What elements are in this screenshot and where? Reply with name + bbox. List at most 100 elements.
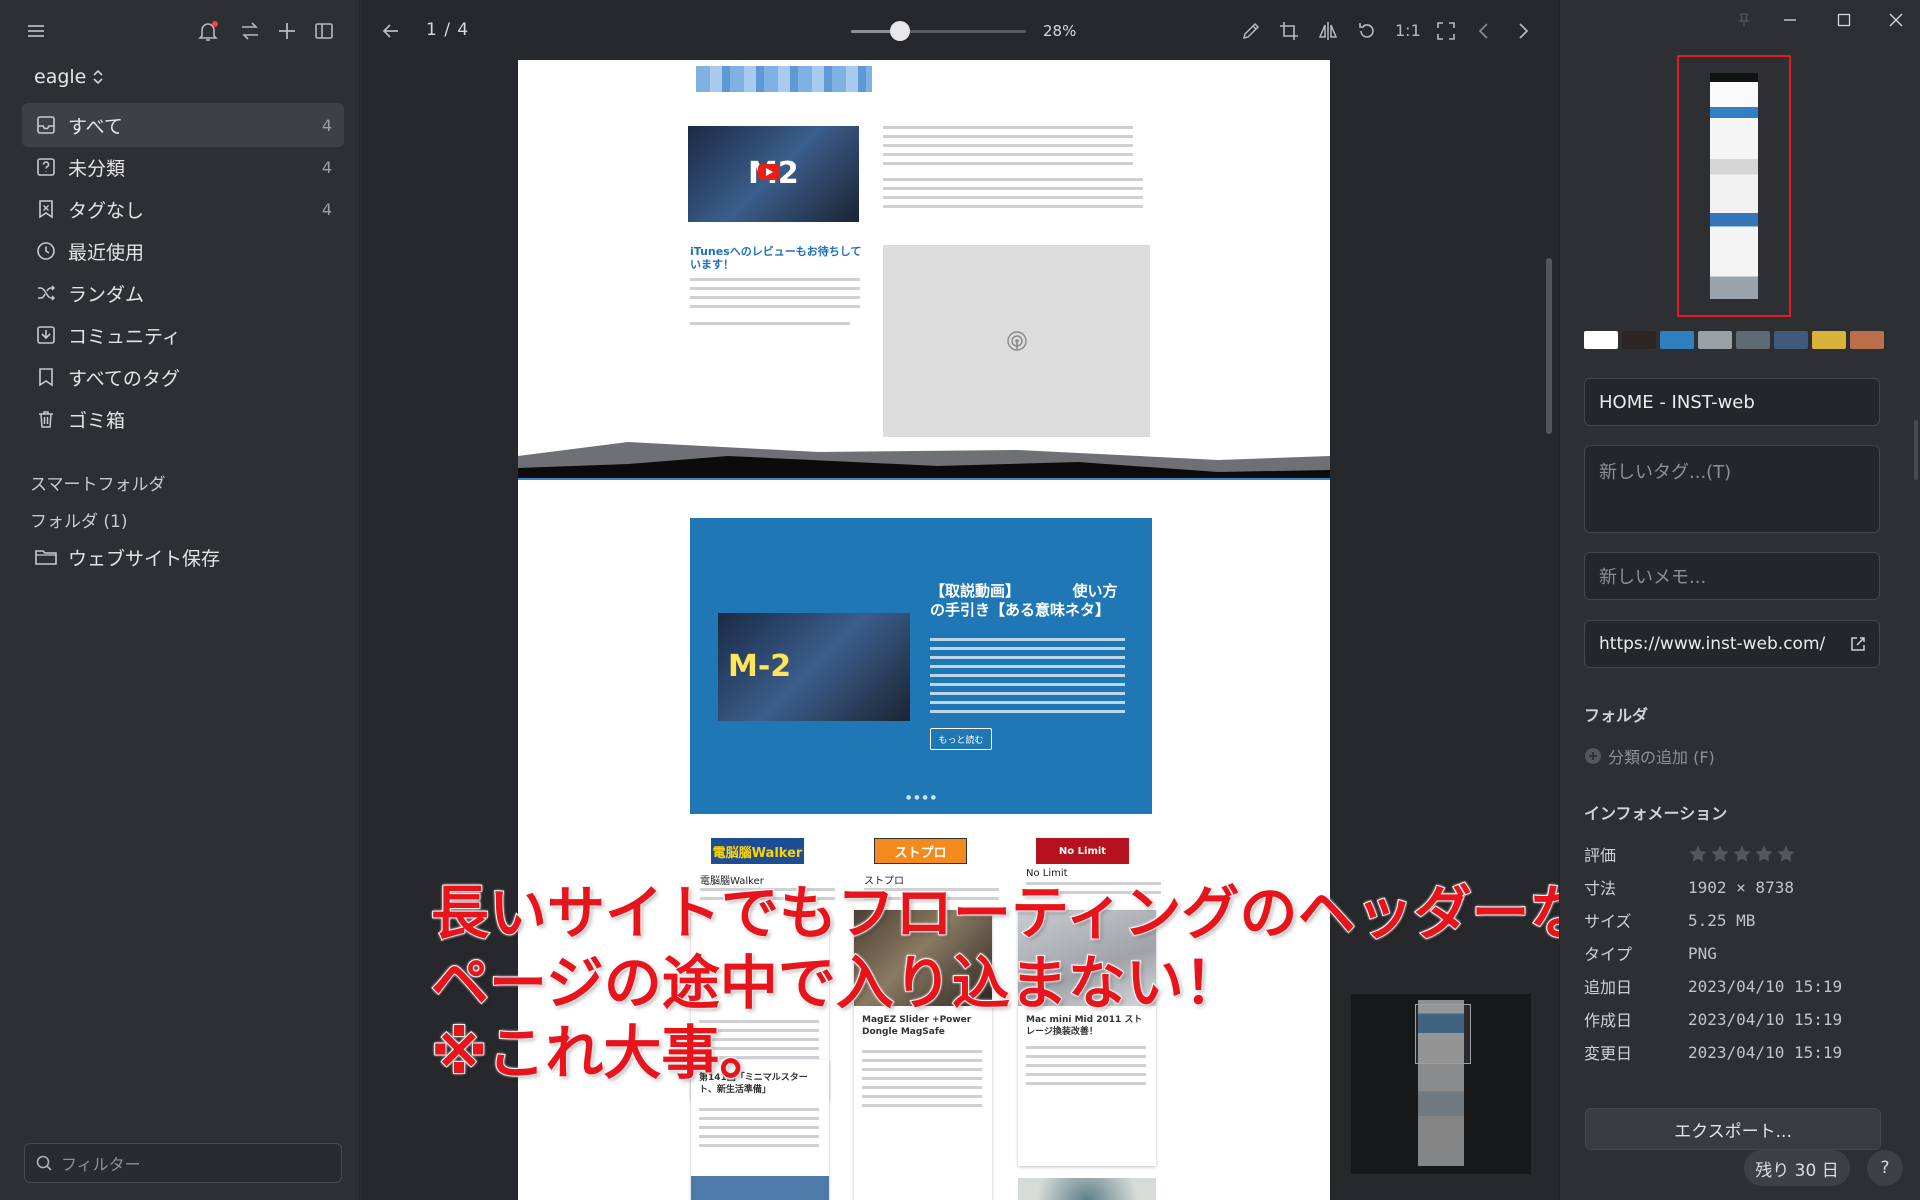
star-icon[interactable]: [1710, 844, 1730, 864]
inspector-scrollbar[interactable]: [1914, 420, 1918, 480]
trash-icon: [34, 407, 58, 431]
trial-days-badge[interactable]: 残り 30 日: [1744, 1150, 1850, 1186]
toggle-panel-icon[interactable]: [310, 17, 338, 45]
pin-icon[interactable]: [1730, 6, 1758, 34]
library-switcher[interactable]: eagle: [34, 66, 104, 88]
sidebar-item-label: ウェブサイト保存: [68, 547, 221, 570]
info-key: 評価: [1584, 846, 1617, 865]
url-value: https://www.inst-web.com/: [1599, 634, 1826, 654]
sync-arrows-icon[interactable]: [236, 17, 264, 45]
color-swatch[interactable]: [1698, 331, 1732, 349]
info-key: 作成日: [1584, 1011, 1633, 1030]
text-block: [690, 278, 860, 314]
sidebar-item-count: 4: [321, 157, 332, 177]
minimize-icon[interactable]: [1776, 6, 1804, 34]
card-photo: [1018, 1178, 1156, 1200]
sidebar-item-untagged[interactable]: タグなし 4: [22, 187, 344, 231]
plus-circle-icon: [1584, 747, 1602, 765]
item-thumbnail[interactable]: [1677, 55, 1791, 317]
color-swatch[interactable]: [1660, 331, 1694, 349]
crop-icon[interactable]: [1275, 17, 1303, 45]
sidebar-item-uncategorized[interactable]: 未分類 4: [22, 145, 344, 189]
card-logo-2: ストプロ: [874, 838, 967, 864]
memo-placeholder: 新しいメモ...: [1599, 567, 1707, 588]
folders-heading[interactable]: フォルダ (1): [30, 507, 127, 532]
info-heading: インフォメーション: [1584, 804, 1728, 823]
download-box-icon: [34, 323, 58, 347]
zoom-slider-handle[interactable]: [890, 21, 910, 41]
color-swatch[interactable]: [1622, 331, 1656, 349]
fullscreen-icon[interactable]: [1432, 17, 1460, 45]
banner-video-thumbnail: M-2: [718, 613, 910, 721]
info-row: タイプ PNG: [1584, 941, 1884, 965]
shuffle-icon: [34, 281, 58, 305]
filter-input[interactable]: フィルター: [24, 1143, 342, 1183]
chevron-left-icon[interactable]: [1470, 17, 1498, 45]
help-button[interactable]: ?: [1867, 1150, 1903, 1186]
back-arrow-icon[interactable]: [377, 17, 405, 45]
play-icon: [758, 164, 780, 180]
sidebar-item-label: すべて: [68, 115, 123, 138]
color-swatch[interactable]: [1736, 331, 1770, 349]
page-indicator: 1 / 4: [426, 20, 470, 40]
banner-title: 【取説動画】 使い方の手引き【ある意味ネタ】: [930, 582, 1118, 619]
add-category-label: 分類の追加 (F): [1608, 748, 1715, 767]
carousel-dots: ●●●●: [906, 794, 939, 801]
sidebar-item-recent[interactable]: 最近使用: [22, 229, 344, 273]
folder-icon: [34, 545, 58, 569]
sidebar-item-label: コミュニティ: [68, 325, 181, 348]
rating-stars[interactable]: [1688, 844, 1796, 864]
sidebar-item-count: 4: [321, 115, 332, 135]
chevron-right-icon[interactable]: [1509, 17, 1537, 45]
thumbnail-image: [1710, 73, 1758, 299]
color-swatch[interactable]: [1850, 331, 1884, 349]
wave-divider: [518, 442, 1330, 508]
rotate-icon[interactable]: [1353, 17, 1381, 45]
viewer-scrollbar[interactable]: [1546, 258, 1552, 434]
star-icon[interactable]: [1754, 844, 1774, 864]
sidebar-item-all[interactable]: すべて 4: [22, 103, 344, 147]
notification-bell-icon[interactable]: [194, 17, 222, 45]
smart-folders-heading[interactable]: スマートフォルダ: [30, 470, 166, 495]
navigator-minimap[interactable]: [1351, 994, 1531, 1174]
star-icon[interactable]: [1776, 844, 1796, 864]
sidebar-item-random[interactable]: ランダム: [22, 271, 344, 315]
title-value: HOME - INST-web: [1599, 391, 1755, 413]
color-swatch[interactable]: [1812, 331, 1846, 349]
video-thumbnail: M2: [688, 126, 859, 222]
sidebar: eagle すべて 4 未分類 4 タグなし 4 最近使用 ランダム コミュニテ…: [0, 0, 360, 1200]
sidebar-item-community[interactable]: コミュニティ: [22, 313, 344, 357]
add-category-button[interactable]: 分類の追加 (F): [1584, 744, 1715, 768]
star-icon[interactable]: [1688, 844, 1708, 864]
library-name: eagle: [34, 66, 87, 88]
star-icon[interactable]: [1732, 844, 1752, 864]
close-icon[interactable]: [1882, 6, 1910, 34]
minimap-viewport[interactable]: [1415, 1004, 1471, 1064]
sidebar-item-all-tags[interactable]: すべてのタグ: [22, 355, 344, 399]
pencil-icon[interactable]: [1237, 17, 1265, 45]
title-field[interactable]: HOME - INST-web: [1584, 378, 1880, 426]
read-more-button[interactable]: もっと読む: [930, 728, 992, 750]
info-key: 寸法: [1584, 879, 1617, 898]
menu-icon[interactable]: [22, 17, 50, 45]
color-swatch[interactable]: [1584, 331, 1618, 349]
external-link-icon[interactable]: [1849, 635, 1867, 653]
color-swatch[interactable]: [1774, 331, 1808, 349]
zoom-slider[interactable]: [851, 30, 1026, 33]
sidebar-folder-website-save[interactable]: ウェブサイト保存: [22, 535, 344, 579]
add-icon[interactable]: [273, 17, 301, 45]
featured-banner[interactable]: M-2 【取説動画】 使い方の手引き【ある意味ネタ】 もっと読む ●●●●: [690, 518, 1152, 814]
maximize-icon[interactable]: [1830, 6, 1858, 34]
info-key: 追加日: [1584, 978, 1633, 997]
text-block: [690, 322, 850, 330]
sidebar-item-label: 未分類: [68, 157, 126, 180]
actual-size-button[interactable]: 1:1: [1395, 21, 1421, 40]
export-button[interactable]: エクスポート...: [1585, 1108, 1881, 1150]
flip-icon[interactable]: [1314, 17, 1342, 45]
tags-input[interactable]: 新しいタグ...(T): [1584, 445, 1880, 533]
info-key: 変更日: [1584, 1044, 1633, 1063]
sidebar-item-trash[interactable]: ゴミ箱: [22, 397, 344, 441]
info-value: 2023/04/10 15:19: [1688, 976, 1843, 996]
url-field[interactable]: https://www.inst-web.com/: [1584, 620, 1880, 668]
memo-input[interactable]: 新しいメモ...: [1584, 552, 1880, 600]
